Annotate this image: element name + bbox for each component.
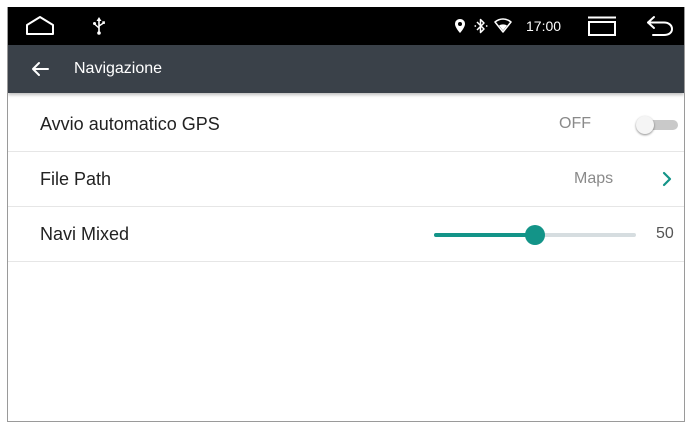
- page-title: Navigazione: [74, 60, 163, 77]
- slider-fill: [434, 233, 535, 237]
- setting-navi-mixed: Navi Mixed 50: [8, 207, 684, 262]
- navi-mixed-label: Navi Mixed: [40, 224, 130, 244]
- gps-autostart-value: OFF: [559, 115, 591, 132]
- back-arrow-icon[interactable]: [644, 7, 676, 45]
- location-icon: [454, 7, 466, 45]
- usb-icon: [92, 7, 106, 45]
- navi-mixed-value: 50: [656, 225, 674, 242]
- setting-gps-autostart[interactable]: Avvio automatico GPS OFF: [8, 97, 684, 152]
- setting-file-path[interactable]: File Path Maps: [8, 152, 684, 207]
- toggle-knob: [636, 116, 654, 134]
- recent-apps-icon[interactable]: [584, 7, 620, 45]
- gps-autostart-label: Avvio automatico GPS: [40, 114, 220, 134]
- bluetooth-icon: [474, 7, 488, 45]
- home-icon[interactable]: [24, 7, 56, 45]
- screen: 17:00 Navigazione Avvio automatico GPS O…: [7, 7, 685, 422]
- navi-mixed-slider[interactable]: [434, 224, 636, 246]
- status-time: 17:00: [526, 18, 562, 34]
- file-path-value: Maps: [574, 170, 614, 187]
- wifi-icon: [494, 7, 512, 45]
- app-bar: Navigazione: [8, 45, 684, 93]
- arrow-left-icon[interactable]: [28, 57, 52, 81]
- file-path-label: File Path: [40, 169, 112, 189]
- slider-thumb[interactable]: [525, 225, 545, 245]
- chevron-right-icon: [660, 167, 674, 191]
- status-bar: 17:00: [8, 7, 684, 45]
- gps-autostart-toggle[interactable]: [636, 116, 678, 134]
